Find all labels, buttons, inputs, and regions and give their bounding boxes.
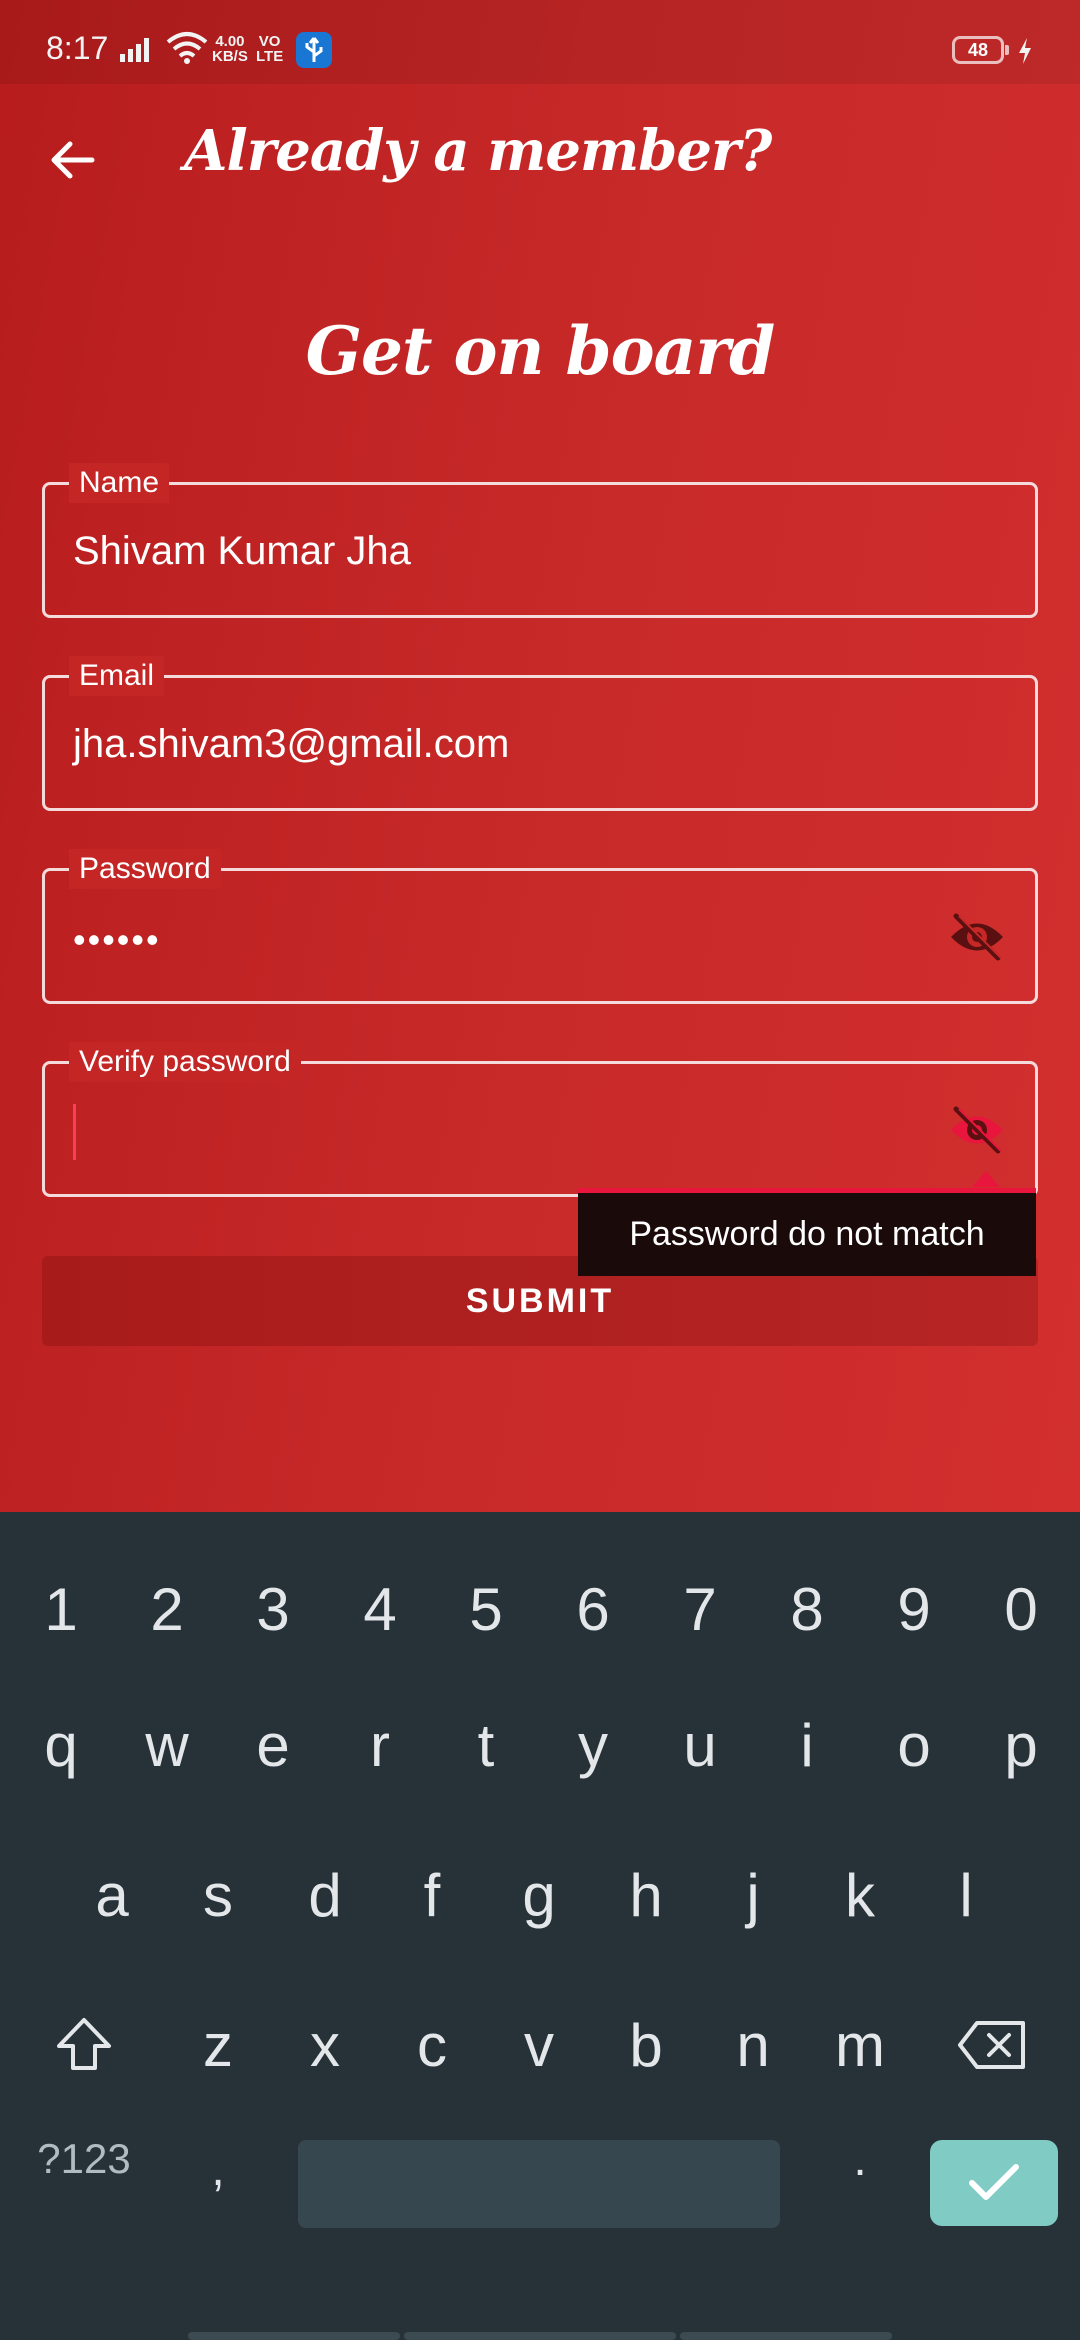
name-input[interactable]: Shivam Kumar Jha: [73, 529, 411, 574]
key-9[interactable]: 9: [866, 1554, 962, 1664]
key-4[interactable]: 4: [332, 1554, 428, 1664]
nav-hint-right: [680, 2332, 892, 2340]
text-cursor: [73, 1104, 76, 1160]
network-speed: 4.00 KB/S: [212, 34, 248, 64]
error-tooltip: Password do not match: [578, 1171, 1036, 1276]
key-e[interactable]: e: [225, 1690, 321, 1800]
key-g[interactable]: g: [491, 1840, 587, 1950]
network-speed-value: 4.00: [215, 33, 245, 50]
key-p[interactable]: p: [973, 1690, 1069, 1800]
space-key[interactable]: [298, 2140, 780, 2228]
key-x[interactable]: x: [277, 1990, 373, 2100]
shift-icon: [57, 2018, 111, 2070]
back-arrow-icon: [51, 141, 95, 179]
signup-screen: 8:17 4.00 KB/S VO LTE 48 Already a membe…: [0, 0, 1080, 1512]
status-bar: 8:17 4.00 KB/S VO LTE 48: [0, 0, 1080, 84]
wifi-icon: [166, 30, 208, 71]
volte-bottom: LTE: [256, 48, 284, 65]
page-title: Get on board: [305, 312, 776, 390]
verify-password-visibility-toggle[interactable]: [947, 1104, 1007, 1156]
error-message: Password do not match: [629, 1215, 985, 1253]
key-k[interactable]: k: [812, 1840, 908, 1950]
key-q[interactable]: q: [13, 1690, 109, 1800]
verify-password-label: Verify password: [69, 1042, 301, 1082]
email-label: Email: [69, 656, 165, 696]
key-2[interactable]: 2: [119, 1554, 215, 1664]
key-l[interactable]: l: [918, 1840, 1014, 1950]
key-d[interactable]: d: [277, 1840, 373, 1950]
back-button[interactable]: [36, 124, 108, 196]
key-c[interactable]: c: [384, 1990, 480, 2100]
key-y[interactable]: y: [545, 1690, 641, 1800]
key-u[interactable]: u: [652, 1690, 748, 1800]
password-label: Password: [69, 849, 221, 889]
key-1[interactable]: 1: [13, 1554, 109, 1664]
key-0[interactable]: 0: [973, 1554, 1069, 1664]
verify-password-field[interactable]: Verify password: [42, 1042, 1038, 1197]
key-3[interactable]: 3: [225, 1554, 321, 1664]
password-field[interactable]: Password ••••••: [42, 849, 1038, 1004]
key-o[interactable]: o: [866, 1690, 962, 1800]
comma-key[interactable]: ,: [170, 2114, 266, 2224]
key-f[interactable]: f: [384, 1840, 480, 1950]
battery-icon: 48: [952, 36, 1009, 64]
enter-key[interactable]: [930, 2140, 1058, 2226]
eye-off-icon: [951, 913, 1003, 961]
backspace-icon: [958, 2021, 1025, 2069]
screen: 8:17 4.00 KB/S VO LTE 48 Already a membe…: [0, 0, 1080, 2340]
key-6[interactable]: 6: [545, 1554, 641, 1664]
key-n[interactable]: n: [705, 1990, 801, 2100]
charging-icon: [1016, 36, 1034, 71]
keyboard: 1 2 3 4 5 6 7 8 9 0 q w e r t y u i o p …: [0, 1512, 1080, 2340]
name-label: Name: [69, 463, 170, 503]
eye-off-error-icon: [951, 1106, 1003, 1154]
key-5[interactable]: 5: [438, 1554, 534, 1664]
key-r[interactable]: r: [332, 1690, 428, 1800]
key-b[interactable]: b: [598, 1990, 694, 2100]
already-member-link[interactable]: Already a member?: [184, 118, 772, 184]
nav-hint-left: [188, 2332, 400, 2340]
usb-icon: [296, 32, 332, 68]
period-key[interactable]: .: [812, 2104, 908, 2214]
key-a[interactable]: a: [64, 1840, 160, 1950]
key-8[interactable]: 8: [759, 1554, 855, 1664]
nav-hint-center: [404, 2332, 676, 2340]
volte-top: VO: [258, 33, 281, 50]
volte-indicator: VO LTE: [256, 34, 283, 64]
backspace-key[interactable]: [944, 1990, 1040, 2100]
key-h[interactable]: h: [598, 1840, 694, 1950]
name-field[interactable]: Name Shivam Kumar Jha: [42, 463, 1038, 618]
password-visibility-toggle[interactable]: [947, 911, 1007, 963]
email-field[interactable]: Email jha.shivam3@gmail.com: [42, 656, 1038, 811]
symbols-key[interactable]: ?123: [24, 2104, 144, 2214]
key-7[interactable]: 7: [652, 1554, 748, 1664]
status-time: 8:17: [46, 30, 109, 66]
key-i[interactable]: i: [759, 1690, 855, 1800]
key-v[interactable]: v: [491, 1990, 587, 2100]
signal-icon: [118, 34, 158, 69]
checkmark-icon: [969, 2164, 1019, 2200]
shift-key[interactable]: [36, 1990, 132, 2100]
password-input[interactable]: ••••••: [73, 919, 161, 961]
key-t[interactable]: t: [438, 1690, 534, 1800]
network-speed-unit: KB/S: [212, 48, 248, 65]
key-z[interactable]: z: [170, 1990, 266, 2100]
key-w[interactable]: w: [119, 1690, 215, 1800]
key-j[interactable]: j: [705, 1840, 801, 1950]
email-input[interactable]: jha.shivam3@gmail.com: [73, 722, 509, 767]
key-s[interactable]: s: [170, 1840, 266, 1950]
key-m[interactable]: m: [812, 1990, 908, 2100]
